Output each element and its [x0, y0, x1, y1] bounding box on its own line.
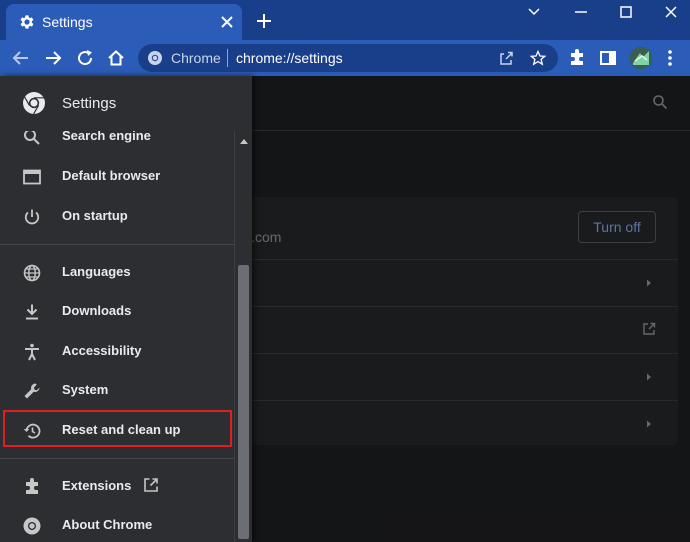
nav-item-label: Default browser	[62, 168, 161, 183]
tab-settings[interactable]: Settings	[6, 4, 242, 40]
nav-item-search-engine[interactable]: Search engine	[0, 131, 234, 154]
close-tab-icon[interactable]	[218, 13, 236, 31]
nav-item-about-chrome[interactable]: About Chrome	[0, 507, 234, 542]
tab-search-chevron-icon[interactable]	[524, 4, 544, 20]
omnibox-separator	[227, 49, 228, 67]
settings-nav-drawer: Settings Search engine Default browser O…	[0, 76, 252, 542]
wrench-icon	[24, 383, 40, 399]
site-name: Chrome	[171, 50, 221, 66]
side-panel-icon[interactable]	[598, 48, 618, 68]
drawer-scrollbar[interactable]	[234, 131, 252, 542]
url-text[interactable]: chrome://settings	[236, 50, 343, 66]
bookmark-star-icon[interactable]	[530, 50, 546, 66]
power-icon	[24, 209, 40, 225]
chrome-logo-icon	[23, 92, 45, 115]
menu-kebab-icon[interactable]	[660, 48, 680, 68]
nav-item-extensions[interactable]: Extensions	[0, 468, 234, 504]
reload-icon[interactable]	[75, 48, 95, 68]
chrome-site-icon	[148, 51, 162, 65]
minimize-icon[interactable]	[571, 4, 591, 20]
accessibility-icon	[25, 343, 39, 361]
scrollbar-thumb[interactable]	[238, 265, 249, 539]
nav-item-default-browser[interactable]: Default browser	[0, 158, 234, 194]
drawer-title: Settings	[62, 95, 117, 112]
nav-item-label: About Chrome	[62, 517, 153, 532]
nav-item-system[interactable]: System	[0, 372, 234, 408]
chrome-logo-icon	[23, 517, 41, 535]
tab-title: Settings	[42, 14, 93, 30]
address-bar[interactable]: Chrome chrome://settings	[138, 44, 558, 72]
back-arrow-icon[interactable]	[11, 48, 31, 68]
nav-item-accessibility[interactable]: Accessibility	[0, 333, 234, 369]
nav-item-label: Accessibility	[62, 343, 142, 358]
gear-icon	[20, 15, 34, 29]
nav-item-label: System	[62, 382, 109, 397]
nav-item-on-startup[interactable]: On startup	[0, 198, 234, 234]
title-bar: Settings	[0, 0, 690, 40]
extensions-puzzle-icon[interactable]	[567, 48, 587, 68]
avatar-image-icon	[630, 47, 652, 69]
scroll-up-arrow-icon[interactable]	[239, 137, 249, 145]
open-in-new-icon	[144, 478, 158, 492]
forward-arrow-icon[interactable]	[43, 48, 63, 68]
nav-item-label: Downloads	[62, 303, 132, 318]
nav-item-label: Search engine	[62, 131, 151, 143]
globe-icon	[23, 264, 41, 282]
profile-avatar[interactable]	[630, 47, 652, 69]
nav-item-label: On startup	[62, 208, 128, 223]
new-tab-icon[interactable]	[254, 11, 274, 31]
nav-divider	[0, 244, 234, 245]
browser-toolbar: Chrome chrome://settings	[0, 40, 690, 76]
nav-divider	[0, 458, 234, 459]
share-icon[interactable]	[498, 50, 514, 66]
home-icon[interactable]	[106, 48, 126, 68]
search-icon	[24, 131, 40, 145]
puzzle-icon	[26, 478, 38, 494]
highlight-annotation	[3, 410, 232, 447]
window-close-icon[interactable]	[661, 4, 681, 20]
drawer-header: Settings	[0, 76, 252, 131]
browser-icon	[23, 169, 41, 185]
settings-nav-list: Search engine Default browser On startup	[0, 131, 234, 542]
nav-item-label: Languages	[62, 264, 131, 279]
nav-item-downloads[interactable]: Downloads	[0, 293, 234, 329]
nav-item-languages[interactable]: Languages	[0, 254, 234, 290]
nav-item-label: Extensions	[62, 478, 132, 493]
download-icon	[26, 304, 38, 320]
maximize-icon[interactable]	[616, 4, 636, 20]
